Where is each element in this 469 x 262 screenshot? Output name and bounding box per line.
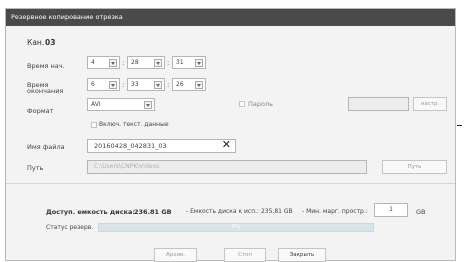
file-name-input[interactable]: 20160428_042831_03 ✕ (87, 139, 236, 153)
path-label: Путь (27, 164, 44, 172)
end-minute-select[interactable]: 33 (127, 78, 165, 91)
password-label: Пароль (248, 100, 273, 108)
start-minute-select[interactable]: 28 (127, 56, 165, 69)
start-hour-value: 4 (91, 59, 95, 66)
chevron-down-icon[interactable] (195, 81, 203, 89)
chevron-down-icon[interactable] (195, 59, 203, 67)
chevron-down-icon[interactable] (154, 59, 162, 67)
divider (6, 183, 455, 184)
time-separator: : (122, 81, 125, 89)
channel-value: 03 (45, 38, 56, 47)
status-label: Статус резерв. (46, 224, 94, 231)
chevron-down-icon[interactable] (109, 81, 117, 89)
disk-available-value: 236.81 GB (134, 208, 172, 216)
backup-dialog: Резервное копирование отрезка Кан. 03 Вр… (5, 8, 456, 262)
password-settings-button[interactable]: настр. (413, 97, 447, 111)
path-input[interactable]: C:\Users\CNPK\Videos (87, 160, 367, 174)
include-text-label: Включ. текст. данные (99, 121, 169, 128)
file-name-value: 20160428_042831_03 (94, 142, 167, 150)
end-second-select[interactable]: 26 (172, 78, 206, 91)
format-value: AVI (91, 101, 101, 108)
min-margin-input[interactable]: 1 (374, 203, 408, 217)
end-minute-value: 33 (131, 81, 139, 88)
start-second-value: 31 (176, 59, 184, 66)
format-select[interactable]: AVI (87, 98, 155, 111)
close-icon[interactable]: ✕ (222, 139, 231, 151)
dialog-title: Резервное копирование отрезка (6, 9, 455, 26)
stop-button[interactable]: Стоп (224, 248, 266, 262)
file-name-label: Имя файла (27, 143, 65, 151)
time-separator: : (167, 59, 170, 67)
end-hour-value: 6 (91, 81, 95, 88)
start-time-label: Время нач. (27, 62, 65, 70)
channel-label: Кан. (27, 38, 45, 47)
time-separator: : (122, 59, 125, 67)
backup-progress-bar: 0% (98, 223, 374, 232)
include-text-checkbox[interactable] (91, 122, 97, 128)
chevron-down-icon[interactable] (154, 81, 162, 89)
end-second-value: 26 (176, 81, 184, 88)
chevron-down-icon[interactable] (144, 101, 152, 109)
chevron-down-icon[interactable] (109, 59, 117, 67)
end-hour-select[interactable]: 6 (87, 78, 120, 91)
format-label: Формат (27, 107, 54, 115)
start-hour-select[interactable]: 4 (87, 56, 120, 69)
min-margin-label: - Мин. марг. простр.: (302, 208, 368, 215)
disk-available-label: Доступ. емкость диска: (46, 208, 135, 216)
close-button[interactable]: Закрыть (278, 248, 326, 262)
archive-button[interactable]: Архив. (154, 248, 197, 262)
password-checkbox[interactable] (239, 101, 245, 107)
start-minute-value: 28 (131, 59, 139, 66)
min-margin-unit: GB (416, 208, 426, 216)
pointer-mark (457, 125, 462, 126)
end-time-label: Время окончания (27, 81, 64, 95)
disk-usable-text: - Емкость диска к исп.: 235.81 GB (186, 208, 293, 215)
path-button[interactable]: Путь (382, 160, 447, 174)
time-separator: : (167, 81, 170, 89)
password-input[interactable] (348, 97, 409, 111)
start-second-select[interactable]: 31 (172, 56, 206, 69)
